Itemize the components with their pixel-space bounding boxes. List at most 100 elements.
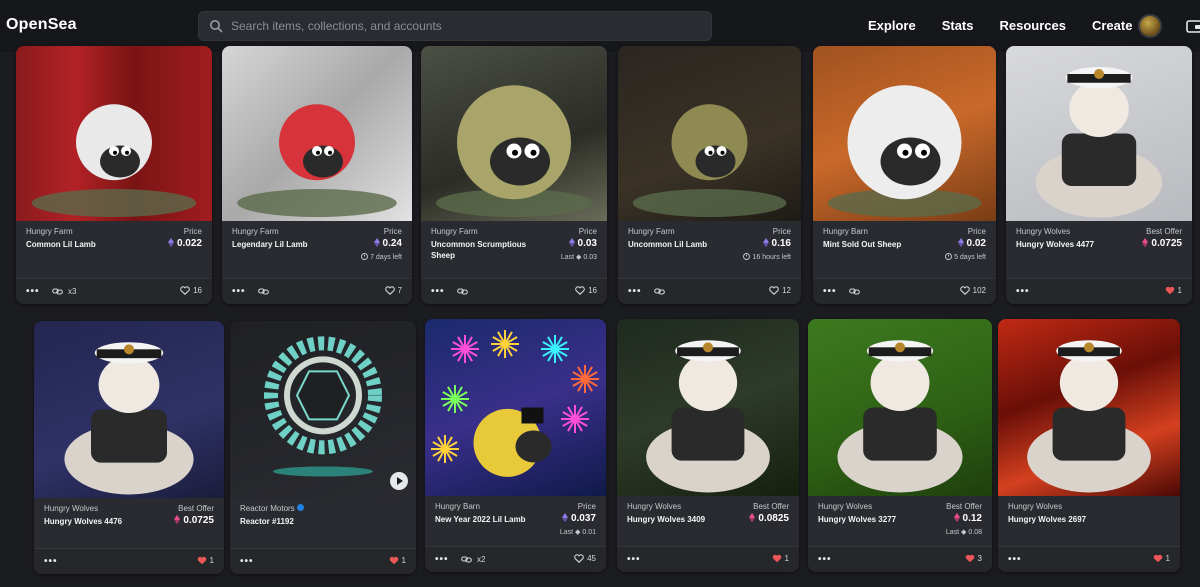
collection-name[interactable]: Hungry Farm: [628, 227, 675, 236]
item-name[interactable]: Hungry Wolves 3409: [627, 514, 737, 525]
more-dots-icon[interactable]: •••: [435, 554, 449, 565]
favorite-button[interactable]: 16: [180, 286, 202, 295]
favorite-button[interactable]: 1: [1153, 554, 1170, 563]
more-dots-icon[interactable]: •••: [44, 556, 58, 567]
nft-card[interactable]: Hungry Wolves Hungry Wolves 2697 ••• 1: [998, 319, 1180, 572]
price-sub: Last ◆ 0.03: [560, 254, 597, 261]
avatar[interactable]: [1138, 14, 1162, 38]
favorite-count: 16: [193, 286, 202, 295]
more-dots-icon[interactable]: •••: [431, 286, 445, 297]
item-name[interactable]: Hungry Wolves 4477: [1016, 239, 1126, 250]
nft-image[interactable]: [618, 46, 801, 221]
collection-name[interactable]: Hungry Wolves: [44, 504, 98, 513]
collection-name[interactable]: Hungry Barn: [435, 502, 480, 511]
nft-card[interactable]: Hungry Farm Uncommon Lil Lamb Price 0.16…: [618, 46, 801, 304]
nft-artwork: [31, 104, 197, 217]
more-dots-icon[interactable]: •••: [627, 554, 641, 565]
nft-image[interactable]: [16, 46, 212, 221]
favorite-button[interactable]: 1: [772, 554, 789, 563]
nft-card[interactable]: Hungry Farm Common Lil Lamb Price 0.022 …: [16, 46, 212, 304]
item-name[interactable]: Common Lil Lamb: [26, 239, 136, 250]
favorite-button[interactable]: 1: [1165, 286, 1182, 295]
nft-image[interactable]: [230, 321, 416, 498]
price-value: 0.037: [561, 513, 596, 524]
favorite-count: 1: [1165, 554, 1170, 563]
favorite-button[interactable]: 3: [965, 554, 982, 563]
nav-create[interactable]: Create: [1092, 18, 1132, 33]
card-details: Hungry Wolves Hungry Wolves 2697: [998, 496, 1180, 546]
item-name[interactable]: Reactor #1192: [240, 516, 350, 527]
item-name[interactable]: Hungry Wolves 3277: [818, 514, 928, 525]
collection-name[interactable]: Reactor Motors: [240, 504, 304, 513]
nft-card[interactable]: Hungry Wolves Hungry Wolves 4477 Best Of…: [1006, 46, 1192, 304]
nft-image[interactable]: [34, 321, 224, 498]
more-dots-icon[interactable]: •••: [26, 286, 40, 297]
card-footer: ••• 1: [34, 548, 224, 574]
nft-image[interactable]: [222, 46, 412, 221]
item-name[interactable]: Mint Sold Out Sheep: [823, 239, 933, 250]
more-dots-icon[interactable]: •••: [823, 286, 837, 297]
item-name[interactable]: Uncommon Scrumptious Sheep: [431, 239, 541, 261]
price-sub: 7 days left: [361, 253, 402, 261]
item-name[interactable]: Legendary Lil Lamb: [232, 239, 342, 250]
search-bar[interactable]: [198, 11, 712, 41]
collection-name[interactable]: Hungry Wolves: [1008, 502, 1062, 511]
more-dots-icon[interactable]: •••: [1008, 554, 1022, 565]
price-sub: Last ◆ 0.08: [945, 529, 982, 536]
nft-card[interactable]: Hungry Farm Uncommon Scrumptious Sheep P…: [421, 46, 607, 304]
collection-name[interactable]: Hungry Wolves: [1016, 227, 1070, 236]
nft-image[interactable]: [813, 46, 996, 221]
collection-name[interactable]: Hungry Wolves: [627, 502, 681, 511]
favorite-button[interactable]: 12: [769, 286, 791, 295]
item-name[interactable]: Hungry Wolves 4476: [44, 516, 154, 527]
wallet-icon[interactable]: [1186, 18, 1200, 34]
nft-artwork: [837, 340, 963, 493]
nft-image[interactable]: [998, 319, 1180, 496]
more-dots-icon[interactable]: •••: [628, 286, 642, 297]
price-label: Price: [577, 502, 596, 511]
nft-image[interactable]: [1006, 46, 1192, 221]
nft-card[interactable]: Hungry Wolves Hungry Wolves 3409 Best Of…: [617, 319, 799, 572]
item-name[interactable]: Hungry Wolves 2697: [1008, 514, 1118, 525]
price-value: 0.24: [373, 238, 402, 249]
price-sub: 5 days left: [945, 253, 986, 261]
item-name[interactable]: New Year 2022 Lil Lamb: [435, 514, 545, 525]
nft-image[interactable]: [808, 319, 992, 496]
nav-stats[interactable]: Stats: [942, 18, 974, 33]
nft-card[interactable]: Hungry Wolves Hungry Wolves 3277 Best Of…: [808, 319, 992, 572]
more-dots-icon[interactable]: •••: [232, 286, 246, 297]
collection-name[interactable]: Hungry Farm: [26, 227, 73, 236]
collection-name[interactable]: Hungry Farm: [232, 227, 279, 236]
item-name[interactable]: Uncommon Lil Lamb: [628, 239, 738, 250]
favorite-button[interactable]: 7: [384, 286, 402, 295]
search-input[interactable]: [231, 19, 691, 33]
favorite-button[interactable]: 1: [389, 556, 406, 565]
favorite-button[interactable]: 45: [574, 554, 596, 563]
nft-card[interactable]: Hungry Barn Mint Sold Out Sheep Price 0.…: [813, 46, 996, 304]
nft-card[interactable]: Hungry Barn New Year 2022 Lil Lamb Price…: [425, 319, 606, 572]
nav-resources[interactable]: Resources: [999, 18, 1065, 33]
collection-name[interactable]: Hungry Barn: [823, 227, 868, 236]
heart-icon: [574, 554, 584, 563]
favorite-button[interactable]: 1: [197, 556, 214, 565]
favorite-button[interactable]: 16: [575, 286, 597, 295]
nft-image[interactable]: [421, 46, 607, 221]
card-details: Hungry Farm Legendary Lil Lamb Price 0.2…: [222, 221, 412, 278]
more-dots-icon[interactable]: •••: [1016, 286, 1030, 297]
eth-icon: [373, 238, 380, 247]
collection-name[interactable]: Hungry Wolves: [818, 502, 872, 511]
opensea-logo[interactable]: OpenSea: [6, 16, 77, 34]
favorite-button[interactable]: 102: [959, 286, 986, 295]
more-dots-icon[interactable]: •••: [240, 556, 254, 567]
collection-name[interactable]: Hungry Farm: [431, 227, 478, 236]
nft-card[interactable]: Hungry Wolves Hungry Wolves 4476 Best Of…: [34, 321, 224, 574]
play-button[interactable]: [390, 472, 408, 490]
nft-image[interactable]: [425, 319, 606, 496]
card-footer: ••• 1: [617, 546, 799, 572]
more-dots-icon[interactable]: •••: [818, 554, 832, 565]
nft-image[interactable]: [617, 319, 799, 496]
nav-explore[interactable]: Explore: [868, 18, 916, 33]
eth-icon: [953, 513, 960, 522]
nft-card[interactable]: Reactor Motors Reactor #1192 ••• 1: [230, 321, 416, 574]
nft-card[interactable]: Hungry Farm Legendary Lil Lamb Price 0.2…: [222, 46, 412, 304]
